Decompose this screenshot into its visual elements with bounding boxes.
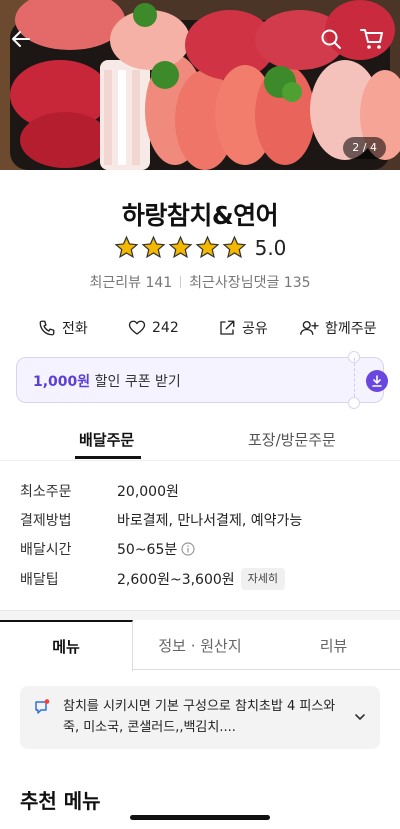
delivery-time-value-group: 50~65분	[117, 539, 195, 559]
discount-coupon[interactable]: 1,000원 할인 쿠폰 받기	[16, 351, 388, 409]
coupon-divider	[354, 358, 355, 402]
home-indicator[interactable]	[130, 815, 270, 820]
chevron-down-icon[interactable]	[353, 710, 367, 724]
store-name: 하랑참치&연어	[121, 201, 279, 230]
phone-icon	[39, 320, 55, 336]
rating-row: 5.0	[0, 235, 400, 260]
tab-info-origin[interactable]: 정보 · 원산지	[133, 620, 267, 670]
sashimi-platter-illustration	[0, 0, 400, 170]
delivery-time-value: 50~65분	[117, 542, 178, 558]
content-tabs: 메뉴 정보 · 원산지 리뷰	[0, 620, 400, 671]
cart-icon	[360, 29, 383, 49]
back-button[interactable]	[10, 28, 38, 56]
coupon-download-button[interactable]	[366, 370, 388, 392]
search-icon	[321, 29, 341, 49]
review-summary: 최근리뷰 141 최근사장님댓글 135	[0, 272, 400, 292]
coupon-notch	[348, 397, 360, 409]
image-page-indicator: 2 / 4	[343, 137, 386, 159]
call-label: 전화	[62, 321, 88, 337]
group-order-button[interactable]: 함께주문	[299, 318, 377, 338]
star-icon	[114, 235, 139, 259]
tab-delivery-order[interactable]: 배달주문	[79, 429, 134, 450]
download-icon	[372, 375, 382, 387]
min-order-label: 최소주문	[20, 484, 72, 500]
recommended-menu-heading: 추천 메뉴	[20, 789, 101, 813]
heart-icon	[128, 320, 146, 335]
coupon-label: 할인 쿠폰 받기	[90, 374, 181, 390]
back-arrow-icon	[12, 31, 30, 47]
star-icon	[168, 235, 193, 259]
delivery-tip-detail-button[interactable]: 자세히	[240, 568, 286, 590]
section-divider	[0, 610, 400, 620]
call-button[interactable]: 전화	[38, 318, 88, 338]
cart-button[interactable]	[360, 28, 388, 56]
notice-icon	[35, 699, 50, 714]
delivery-time-label: 배달시간	[20, 542, 72, 558]
share-button[interactable]: 공유	[218, 318, 268, 338]
info-icon[interactable]	[181, 542, 195, 556]
payment-value: 바로결제, 만나서결제, 예약가능	[117, 513, 303, 529]
store-hero-image[interactable]: 2 / 4	[0, 0, 400, 170]
add-person-icon	[300, 320, 319, 335]
delivery-tip-row: 배달팁 2,600원~3,600원 자세히	[20, 568, 286, 590]
tab-pickup-order[interactable]: 포장/방문주문	[248, 429, 336, 450]
share-icon	[220, 320, 235, 335]
rating-value: 5.0	[254, 235, 287, 260]
delivery-time-row: 배달시간 50~65분	[20, 539, 195, 559]
star-icon	[141, 235, 166, 259]
group-order-label: 함께주문	[325, 321, 377, 337]
min-order-value: 20,000원	[117, 484, 179, 500]
notice-text: 참치를 시키시면 기본 구성으로 참치초밥 4 피스와 죽, 미소국, 콘샐러드…	[63, 699, 336, 735]
payment-label: 결제방법	[20, 513, 72, 529]
like-button[interactable]: 242	[128, 319, 179, 337]
payment-row: 결제방법 바로결제, 만나서결제, 예약가능	[20, 510, 302, 530]
recent-reviews-link[interactable]: 최근리뷰 141	[89, 272, 172, 292]
like-count: 242	[152, 320, 179, 336]
store-actions: 전화 242 공유 함께주문	[0, 315, 400, 341]
tab-menu[interactable]: 메뉴	[0, 620, 133, 671]
owner-notice[interactable]: 참치를 시키시면 기본 구성으로 참치초밥 4 피스와 죽, 미소국, 콘샐러드…	[20, 686, 380, 749]
search-button[interactable]	[320, 28, 348, 56]
coupon-text: 1,000원 할인 쿠폰 받기	[33, 371, 181, 391]
delivery-tip-value: 2,600원~3,600원	[117, 572, 235, 588]
order-type-tabs: 배달주문 포장/방문주문	[0, 425, 400, 461]
min-order-row: 최소주문 20,000원	[20, 481, 179, 501]
tab-review[interactable]: 리뷰	[267, 620, 400, 670]
active-tab-underline	[75, 456, 141, 459]
coupon-amount: 1,000원	[33, 374, 91, 390]
share-label: 공유	[242, 321, 268, 337]
divider	[180, 276, 182, 288]
star-icon	[222, 235, 247, 259]
star-icon	[195, 235, 220, 259]
owner-replies-link[interactable]: 최근사장님댓글 135	[189, 272, 310, 292]
delivery-tip-label: 배달팁	[20, 572, 59, 588]
